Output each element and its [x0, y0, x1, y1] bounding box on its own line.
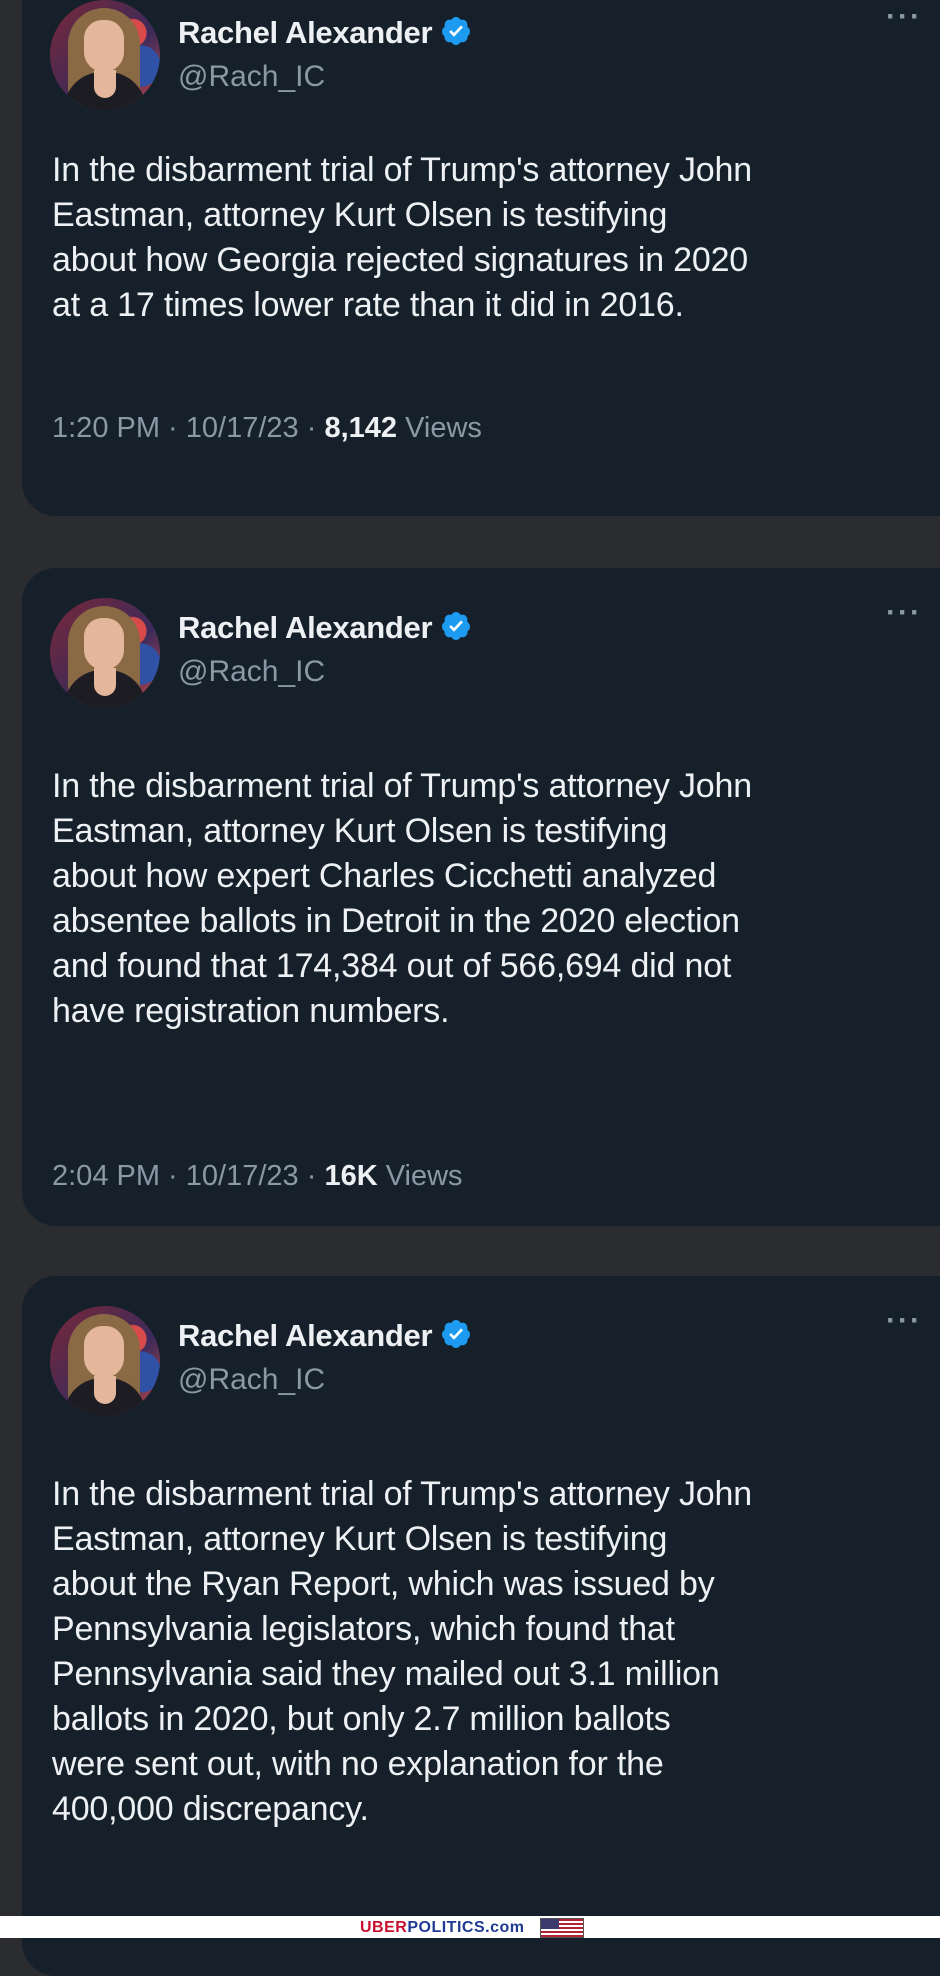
avatar-collar — [94, 70, 116, 98]
more-options-icon[interactable]: ··· — [886, 0, 922, 34]
tweet-timestamp[interactable]: 1:20 PM · 10/17/23 · — [52, 412, 324, 444]
author-name-text[interactable]: Rachel Alexander — [178, 610, 433, 645]
flag-canton — [541, 1919, 559, 1929]
author-handle[interactable]: @Rach_IC — [178, 1363, 325, 1397]
tweet-meta: 2:04 PM · 10/17/23 · 16K Views — [52, 1160, 463, 1193]
watermark-part-2: POLITICS.com — [407, 1919, 525, 1936]
author-name[interactable]: Rachel Alexander — [178, 1318, 472, 1354]
views-label: Views — [397, 412, 482, 444]
verified-badge-icon — [442, 1320, 471, 1348]
tweet-text: In the disbarment trial of Trump's attor… — [52, 151, 752, 324]
more-options-icon[interactable]: ··· — [886, 1304, 922, 1338]
views-label: Views — [377, 1160, 463, 1192]
avatar-collar — [94, 1376, 116, 1404]
avatar[interactable] — [50, 1306, 160, 1416]
view-count: 8,142 — [324, 412, 398, 444]
view-count: 16K — [324, 1160, 378, 1192]
more-options-icon[interactable]: ··· — [886, 596, 922, 630]
avatar[interactable] — [50, 0, 160, 110]
author-handle[interactable]: @Rach_IC — [178, 655, 325, 689]
tweet-timestamp[interactable]: 2:04 PM · 10/17/23 · — [52, 1160, 324, 1192]
tweet-meta: 1:20 PM · 10/17/23 · 8,142 Views — [52, 412, 482, 445]
watermark-text: UBERPOLITICS.com — [360, 1919, 524, 1937]
author-name[interactable]: Rachel Alexander — [178, 15, 472, 51]
author-name-text[interactable]: Rachel Alexander — [178, 15, 433, 50]
author-handle[interactable]: @Rach_IC — [178, 60, 325, 94]
author-name-text[interactable]: Rachel Alexander — [178, 1318, 433, 1353]
author-name[interactable]: Rachel Alexander — [178, 610, 472, 646]
avatar-face — [84, 1326, 124, 1378]
verified-badge-icon — [442, 17, 471, 45]
avatar[interactable] — [50, 598, 160, 708]
tweet-card[interactable]: Rachel Alexander @Rach_IC ··· In the dis… — [22, 0, 940, 516]
avatar-face — [84, 618, 124, 670]
tweet-text: In the disbarment trial of Trump's attor… — [52, 1475, 752, 1828]
tweet-text: In the disbarment trial of Trump's attor… — [52, 767, 752, 1030]
avatar-face — [84, 20, 124, 72]
tweet-card[interactable]: Rachel Alexander @Rach_IC ··· In the dis… — [22, 568, 940, 1226]
watermark-part-1: UBER — [360, 1919, 408, 1936]
us-flag-icon — [540, 1918, 584, 1938]
verified-badge-icon — [442, 612, 471, 640]
tweet-card[interactable]: Rachel Alexander @Rach_IC ··· In the dis… — [22, 1276, 940, 1976]
avatar-collar — [94, 668, 116, 696]
